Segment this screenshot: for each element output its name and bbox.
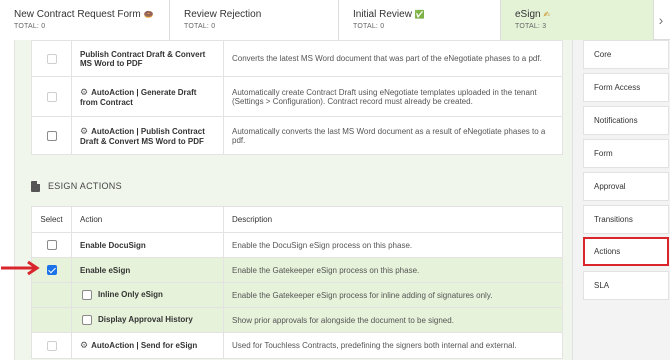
publish-actions-table: Publish Contract Draft & Convert MS Word… bbox=[31, 40, 563, 155]
gear-icon: ⚙ bbox=[80, 86, 89, 97]
section-title: ESIGN ACTIONS bbox=[48, 181, 122, 191]
arrow-right-icon bbox=[1, 260, 40, 276]
table-row: ⚙ AutoAction | Generate Draft from Contra… bbox=[31, 76, 563, 117]
column-header-select: Select bbox=[31, 206, 72, 233]
row-checkbox[interactable] bbox=[46, 130, 57, 141]
sidebar-item-actions[interactable]: Actions bbox=[583, 237, 669, 266]
sidebar-item-core[interactable]: Core bbox=[583, 40, 669, 69]
action-description: Enable the DocuSign eSign process on thi… bbox=[223, 232, 563, 258]
tab-label: eSign bbox=[515, 9, 541, 20]
writing-hand-icon: ✍ bbox=[543, 10, 551, 19]
donut-icon: 🍩 bbox=[143, 10, 154, 19]
tab-total: TOTAL: 0 bbox=[14, 23, 46, 30]
sidebar-item-form[interactable]: Form bbox=[583, 139, 669, 168]
action-description: Show prior approvals for alongside the d… bbox=[223, 307, 563, 333]
action-name: Display Approval History bbox=[98, 315, 193, 325]
tab-review-rejection[interactable]: Review Rejection TOTAL: 0 bbox=[170, 0, 339, 40]
table-row: Display Approval History Show prior appr… bbox=[31, 307, 563, 333]
inline-only-esign-checkbox[interactable] bbox=[82, 290, 92, 300]
esign-actions-heading: ESIGN ACTIONS bbox=[31, 176, 122, 196]
table-row: Enable eSign Enable the Gatekeeper eSign… bbox=[31, 257, 563, 283]
phase-tab-bar: ‹ New Contract Request Form 🍩 TOTAL: 0 R… bbox=[0, 0, 670, 40]
column-header-description: Description bbox=[223, 206, 563, 233]
action-description: Enable the Gatekeeper eSign process on t… bbox=[223, 257, 563, 283]
action-name: AutoAction | Generate Draft from Contrac… bbox=[80, 87, 197, 107]
action-name: Publish Contract Draft & Convert MS Word… bbox=[71, 40, 224, 77]
tab-new-contract-request-form[interactable]: New Contract Request Form 🍩 TOTAL: 0 bbox=[0, 0, 170, 40]
actions-panel: Publish Contract Draft & Convert MS Word… bbox=[14, 40, 572, 360]
table-row: Publish Contract Draft & Convert MS Word… bbox=[31, 40, 563, 77]
check-icon: ✅ bbox=[414, 10, 425, 19]
gear-icon: ⚙ bbox=[80, 340, 89, 350]
table-row: ⚙ AutoAction | Send for eSign Used for To… bbox=[31, 332, 563, 359]
tab-label: Initial Review bbox=[353, 9, 412, 20]
chevron-right-icon[interactable]: › bbox=[654, 0, 668, 40]
tab-total: TOTAL: 3 bbox=[515, 23, 547, 30]
action-description: Used for Touchless Contracts, predefinin… bbox=[223, 332, 563, 359]
action-description: Automatically create Contract Draft usin… bbox=[223, 76, 563, 117]
table-header-row: Select Action Description bbox=[31, 206, 563, 233]
table-row: ⚙ AutoAction | Publish Contract Draft & C… bbox=[31, 116, 563, 155]
phase-settings-sidebar: Core Form Access Notifications Form Appr… bbox=[572, 40, 670, 360]
row-checkbox[interactable] bbox=[46, 53, 57, 64]
enable-docusign-checkbox[interactable] bbox=[46, 240, 57, 250]
sidebar-item-approval[interactable]: Approval bbox=[583, 172, 669, 201]
workflow-phase-editor: ‹ New Contract Request Form 🍩 TOTAL: 0 R… bbox=[0, 0, 670, 360]
action-name: Enable eSign bbox=[71, 257, 224, 283]
tab-label: Review Rejection bbox=[184, 9, 262, 20]
sidebar-item-notifications[interactable]: Notifications bbox=[583, 106, 669, 135]
row-checkbox[interactable] bbox=[46, 91, 57, 102]
document-icon bbox=[31, 180, 40, 192]
table-row: Enable DocuSign Enable the DocuSign eSig… bbox=[31, 232, 563, 258]
tab-total: TOTAL: 0 bbox=[353, 23, 385, 30]
send-for-esign-checkbox[interactable] bbox=[46, 340, 57, 351]
gear-icon: ⚙ bbox=[80, 125, 89, 136]
table-row: Inline Only eSign Enable the Gatekeeper … bbox=[31, 282, 563, 308]
sidebar-item-transitions[interactable]: Transitions bbox=[583, 205, 669, 234]
tab-initial-review[interactable]: Initial Review ✅ TOTAL: 0 bbox=[339, 0, 501, 40]
enable-esign-checkbox[interactable] bbox=[46, 265, 57, 275]
action-name: AutoAction | Publish Contract Draft & Co… bbox=[80, 126, 205, 146]
column-header-action: Action bbox=[71, 206, 224, 233]
action-name: Enable DocuSign bbox=[71, 232, 224, 258]
action-name: AutoAction | Send for eSign bbox=[91, 341, 198, 350]
sidebar-item-form-access[interactable]: Form Access bbox=[583, 73, 669, 102]
tab-esign[interactable]: eSign ✍ TOTAL: 3 bbox=[501, 0, 654, 40]
action-description: Enable the Gatekeeper eSign process for … bbox=[223, 282, 563, 308]
display-approval-history-checkbox[interactable] bbox=[82, 315, 92, 325]
tab-total: TOTAL: 0 bbox=[184, 23, 216, 30]
action-description: Converts the latest MS Word document tha… bbox=[223, 40, 563, 77]
action-description: Automatically converts the last MS Word … bbox=[223, 116, 563, 155]
action-name: Inline Only eSign bbox=[98, 290, 163, 300]
sidebar-item-sla[interactable]: SLA bbox=[583, 271, 669, 300]
tab-label: New Contract Request Form bbox=[14, 9, 141, 20]
esign-actions-table: Select Action Description Enable DocuSig… bbox=[31, 206, 563, 359]
